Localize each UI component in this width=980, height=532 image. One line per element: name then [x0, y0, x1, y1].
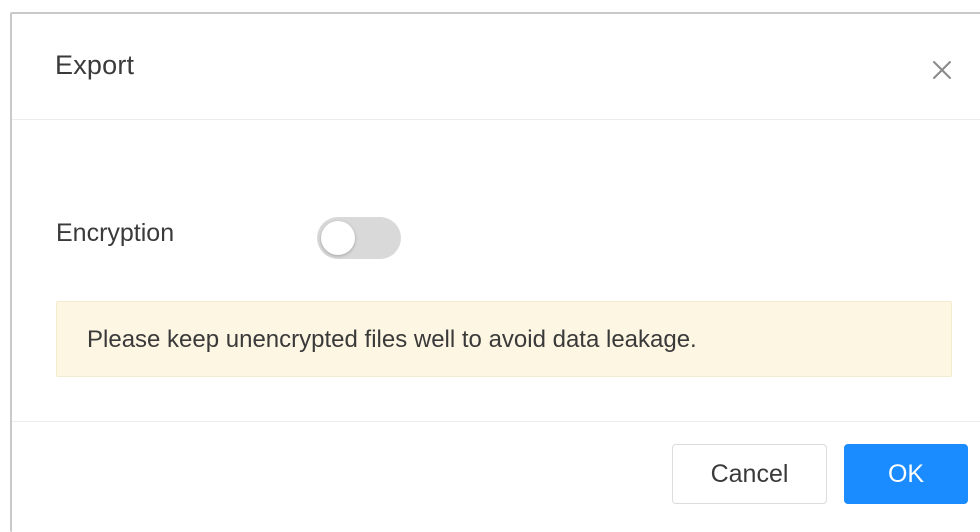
export-dialog: Export Encryption Please keep unencrypte… — [10, 12, 980, 532]
notice-text: Please keep unencrypted files well to av… — [87, 326, 697, 353]
toggle-knob — [321, 221, 355, 255]
encryption-toggle[interactable] — [317, 217, 401, 259]
footer-divider — [12, 421, 980, 422]
cancel-button[interactable]: Cancel — [672, 444, 827, 504]
encryption-label: Encryption — [56, 219, 175, 247]
warning-notice: Please keep unencrypted files well to av… — [56, 301, 952, 377]
dialog-header: Export — [12, 14, 980, 120]
dialog-title: Export — [55, 50, 135, 80]
ok-button[interactable]: OK — [844, 444, 968, 504]
close-icon[interactable] — [928, 56, 956, 84]
